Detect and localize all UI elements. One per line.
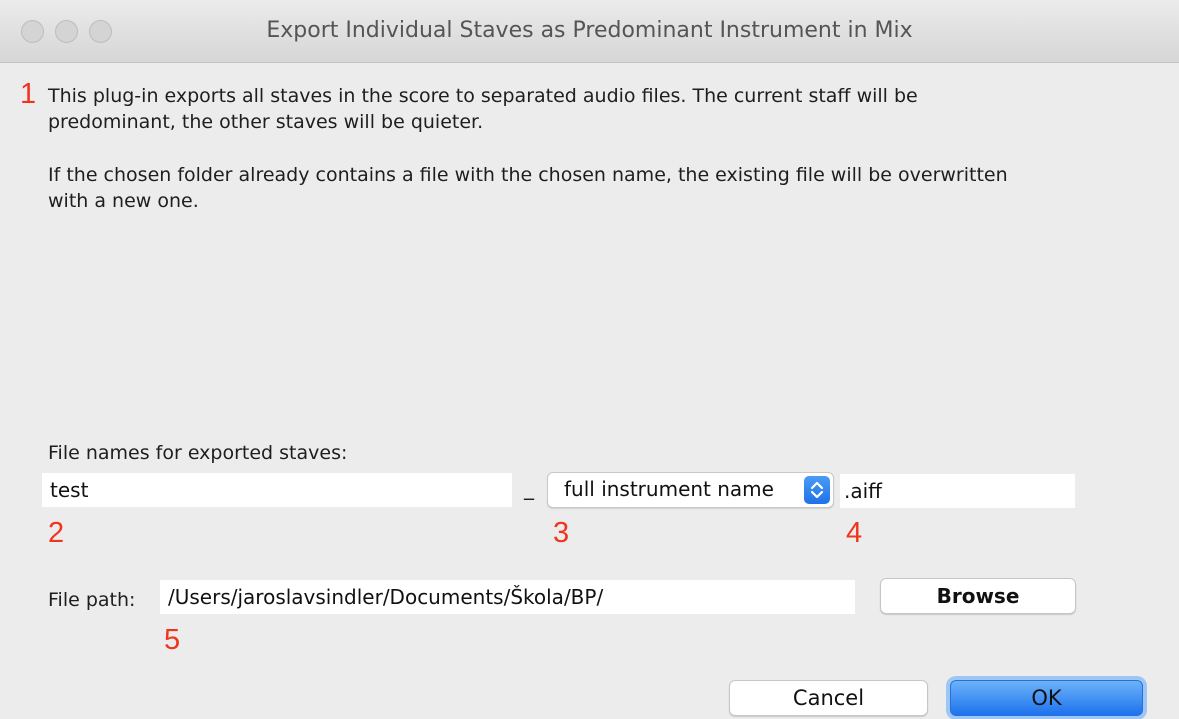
description-line: with a new one. bbox=[48, 190, 199, 212]
description-line: This plug-in exports all staves in the s… bbox=[48, 85, 918, 107]
name-suffix-select[interactable]: full instrument name bbox=[547, 472, 834, 508]
name-suffix-select-value: full instrument name bbox=[564, 477, 774, 501]
annotation-2: 2 bbox=[48, 517, 65, 549]
separator-label: _ bbox=[524, 476, 534, 500]
annotation-1: 1 bbox=[20, 78, 37, 110]
description-paragraph-2: If the chosen folder already contains a … bbox=[48, 162, 1008, 214]
description-line: If the chosen folder already contains a … bbox=[48, 164, 1008, 186]
annotation-5: 5 bbox=[164, 624, 181, 656]
file-path-input[interactable]: /Users/jaroslavsindler/Documents/Škola/B… bbox=[160, 580, 855, 614]
file-path-label: File path: bbox=[48, 589, 136, 611]
ok-button[interactable]: OK bbox=[950, 680, 1143, 716]
title-bar: Export Individual Staves as Predominant … bbox=[0, 0, 1179, 63]
chevron-up-down-icon bbox=[804, 476, 830, 504]
browse-button[interactable]: Browse bbox=[880, 578, 1076, 614]
annotation-4: 4 bbox=[846, 517, 863, 549]
annotation-3: 3 bbox=[553, 517, 570, 549]
window-title: Export Individual Staves as Predominant … bbox=[266, 18, 913, 43]
extension-input[interactable]: .aiff bbox=[840, 474, 1075, 508]
file-prefix-input[interactable]: test bbox=[42, 473, 512, 507]
cancel-button[interactable]: Cancel bbox=[729, 680, 928, 716]
description-line: predominant, the other staves will be qu… bbox=[48, 111, 484, 133]
description-paragraph-1: This plug-in exports all staves in the s… bbox=[48, 83, 918, 135]
file-names-label: File names for exported staves: bbox=[48, 442, 348, 464]
